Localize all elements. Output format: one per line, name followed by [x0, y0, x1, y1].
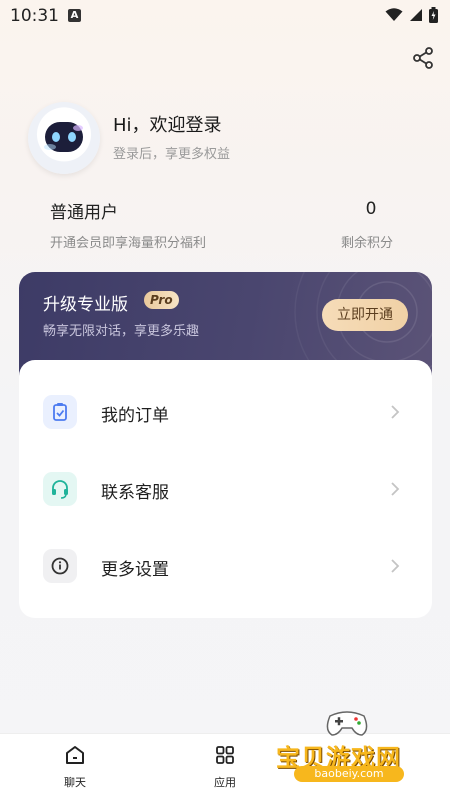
status-time: 10:31 — [10, 6, 59, 26]
activate-now-button[interactable]: 立即开通 — [322, 299, 408, 331]
points-value: 0 — [365, 199, 377, 219]
grid-icon — [216, 746, 234, 764]
headset-icon — [43, 472, 77, 506]
menu-label-customer-service: 联系客服 — [101, 483, 169, 503]
points-label: 剩余积分 — [341, 236, 394, 251]
status-bar: 10:31 A — [0, 0, 450, 32]
gamepad-icon — [326, 711, 368, 736]
chevron-right-icon — [391, 482, 400, 496]
chevron-right-icon — [391, 559, 400, 573]
nav-label-apps: 应用 — [214, 776, 236, 789]
membership-level: 普通用户 — [50, 203, 118, 223]
robot-avatar-icon — [44, 122, 83, 152]
clipboard-check-icon — [43, 395, 77, 429]
login-subtitle: 登录后，享更多权益 — [113, 147, 231, 162]
menu-label-settings: 更多设置 — [101, 560, 169, 580]
menu-item-orders[interactable]: 我的订单 — [19, 382, 432, 442]
site-watermark: 宝贝游戏网 baobeiy.com — [272, 702, 422, 792]
menu-item-customer-service[interactable]: 联系客服 — [19, 459, 432, 519]
pro-title: 升级专业版 — [43, 295, 128, 315]
info-circle-icon — [43, 549, 77, 583]
login-greeting[interactable]: Hi，欢迎登录 — [113, 111, 222, 137]
avatar[interactable] — [28, 102, 100, 174]
menu-item-settings[interactable]: 更多设置 — [19, 536, 432, 596]
watermark-url: baobeiy.com — [294, 766, 404, 782]
home-icon — [66, 746, 84, 764]
nav-item-chat[interactable]: 聊天 — [45, 744, 105, 790]
status-icons — [385, 7, 438, 23]
pro-subtitle: 畅享无限对话，享更多乐趣 — [43, 324, 200, 339]
menu-label-orders: 我的订单 — [101, 406, 169, 426]
menu-card: 我的订单 联系客服 更多设置 — [19, 360, 432, 618]
membership-subtitle: 开通会员即享海量积分福利 — [50, 236, 207, 251]
battery-icon — [429, 7, 438, 23]
notification-icon: A — [68, 9, 81, 22]
nav-item-apps[interactable]: 应用 — [195, 744, 255, 790]
wifi-icon — [385, 8, 403, 21]
share-icon[interactable] — [412, 46, 434, 70]
signal-icon — [410, 9, 422, 21]
nav-label-chat: 聊天 — [64, 776, 86, 789]
chevron-right-icon — [391, 405, 400, 419]
pro-badge: Pro — [144, 291, 179, 309]
